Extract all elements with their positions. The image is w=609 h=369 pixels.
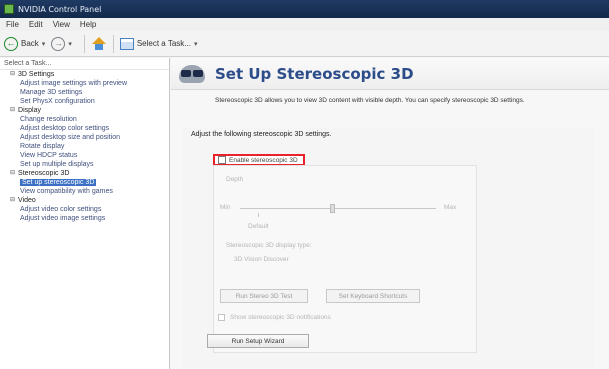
depth-default-label: Default (248, 223, 269, 230)
panel-title: Adjust the following stereoscopic 3D set… (191, 131, 332, 138)
nvidia-control-panel-window: NVIDIA Control Panel File Edit View Help… (0, 0, 609, 369)
menu-edit[interactable]: Edit (29, 20, 43, 29)
tree-item-manage-3d[interactable]: Manage 3D settings (0, 88, 169, 97)
run-stereo-test-button[interactable]: Run Stereo 3D Test (220, 289, 308, 303)
forward-button[interactable]: → ▾ (51, 36, 72, 51)
depth-slider-thumb[interactable] (330, 204, 335, 213)
tasks-label: Select a Task... (136, 39, 191, 48)
run-setup-wizard-button[interactable]: Run Setup Wizard (207, 334, 309, 348)
collapse-icon[interactable]: ⊟ (10, 70, 15, 79)
tree-item-rotate-display[interactable]: Rotate display (0, 142, 169, 151)
tree-item-physx[interactable]: Set PhysX configuration (0, 97, 169, 106)
tree-category-display[interactable]: ⊟ Display (0, 106, 169, 115)
tree-category-label: Video (18, 197, 36, 204)
depth-slider-track[interactable] (240, 208, 436, 209)
settings-panel: Adjust the following stereoscopic 3D set… (183, 128, 595, 368)
tree-item-video-color[interactable]: Adjust video color settings (0, 205, 169, 214)
tree-item-multiple-displays[interactable]: Set up multiple displays (0, 160, 169, 169)
checkbox-box[interactable] (218, 156, 226, 164)
toolbar: ← Back ▾ → ▾ Select a Task... ▾ (0, 31, 609, 57)
page-title: Set Up Stereoscopic 3D (215, 64, 414, 83)
notifications-checkbox[interactable] (218, 314, 225, 321)
depth-min-label: Min (220, 204, 231, 211)
back-dropdown-icon[interactable]: ▾ (42, 40, 46, 48)
set-keyboard-shortcuts-button[interactable]: Set Keyboard Shortcuts (326, 289, 420, 303)
tree-category-label: Stereoscopic 3D (18, 170, 70, 177)
tree-item-adjust-image[interactable]: Adjust image settings with preview (0, 79, 169, 88)
toolbar-separator (112, 34, 114, 53)
window-title: NVIDIA Control Panel (18, 4, 102, 14)
stereo-glasses-icon (177, 63, 207, 85)
tree-item-hdcp[interactable]: View HDCP status (0, 151, 169, 160)
depth-max-label: Max (444, 204, 457, 211)
stereo-type-label: Stereoscopic 3D display type: (226, 242, 312, 249)
tasks-dropdown-icon[interactable]: ▾ (194, 40, 198, 48)
menu-view[interactable]: View (53, 20, 70, 29)
tree-category-label: Display (18, 107, 41, 114)
tree-category-3d-settings[interactable]: ⊟ 3D Settings (0, 70, 169, 79)
tree-item-setup-stereoscopic[interactable]: Set up stereoscopic 3D (0, 178, 169, 187)
tree-item-desktop-color[interactable]: Adjust desktop color settings (0, 124, 169, 133)
tree-item-desktop-size[interactable]: Adjust desktop size and position (0, 133, 169, 142)
tasks-icon (119, 37, 134, 50)
forward-dropdown-icon[interactable]: ▾ (68, 40, 72, 48)
nvidia-icon (4, 4, 14, 14)
main-content: Set Up Stereoscopic 3D Stereoscopic 3D a… (171, 58, 609, 369)
stereo-type-value: 3D Vision Discover (234, 256, 289, 263)
tree-item-video-image[interactable]: Adjust video image settings (0, 214, 169, 223)
depth-slider-tick (258, 213, 259, 217)
forward-icon: → (51, 36, 66, 51)
page-description: Stereoscopic 3D allows you to view 3D co… (215, 97, 525, 104)
depth-label: Depth (226, 176, 244, 183)
task-tree-panel: Select a Task... ⊟ 3D Settings Adjust im… (0, 58, 170, 369)
toolbar-separator (83, 34, 85, 53)
enable-stereoscopic-label: Enable stereoscopic 3D (229, 156, 298, 164)
tree-category-stereoscopic[interactable]: ⊟ Stereoscopic 3D (0, 169, 169, 178)
tree-category-video[interactable]: ⊟ Video (0, 196, 169, 205)
task-tree-header: Select a Task... (0, 58, 169, 70)
tree-item-change-resolution[interactable]: Change resolution (0, 115, 169, 124)
page-banner: Set Up Stereoscopic 3D (171, 58, 609, 90)
tree-category-label: 3D Settings (18, 71, 55, 78)
notifications-label: Show stereoscopic 3D notifications (230, 314, 331, 321)
menu-help[interactable]: Help (80, 20, 96, 29)
back-button[interactable]: ← Back ▾ (4, 36, 46, 51)
collapse-icon[interactable]: ⊟ (10, 169, 15, 178)
menu-file[interactable]: File (6, 20, 19, 29)
back-label: Back (21, 39, 39, 48)
back-icon: ← (4, 36, 18, 51)
home-icon[interactable] (91, 36, 107, 51)
tree-item-compatibility-games[interactable]: View compatibility with games (0, 187, 169, 196)
collapse-icon[interactable]: ⊟ (10, 106, 15, 115)
title-bar: NVIDIA Control Panel (0, 0, 609, 18)
collapse-icon[interactable]: ⊟ (10, 196, 15, 205)
tasks-button[interactable]: Select a Task... ▾ (119, 37, 198, 50)
menu-bar: File Edit View Help (0, 18, 609, 31)
stereo-settings-group: Depth Min Max Default Stereoscopic 3D di… (213, 165, 477, 353)
